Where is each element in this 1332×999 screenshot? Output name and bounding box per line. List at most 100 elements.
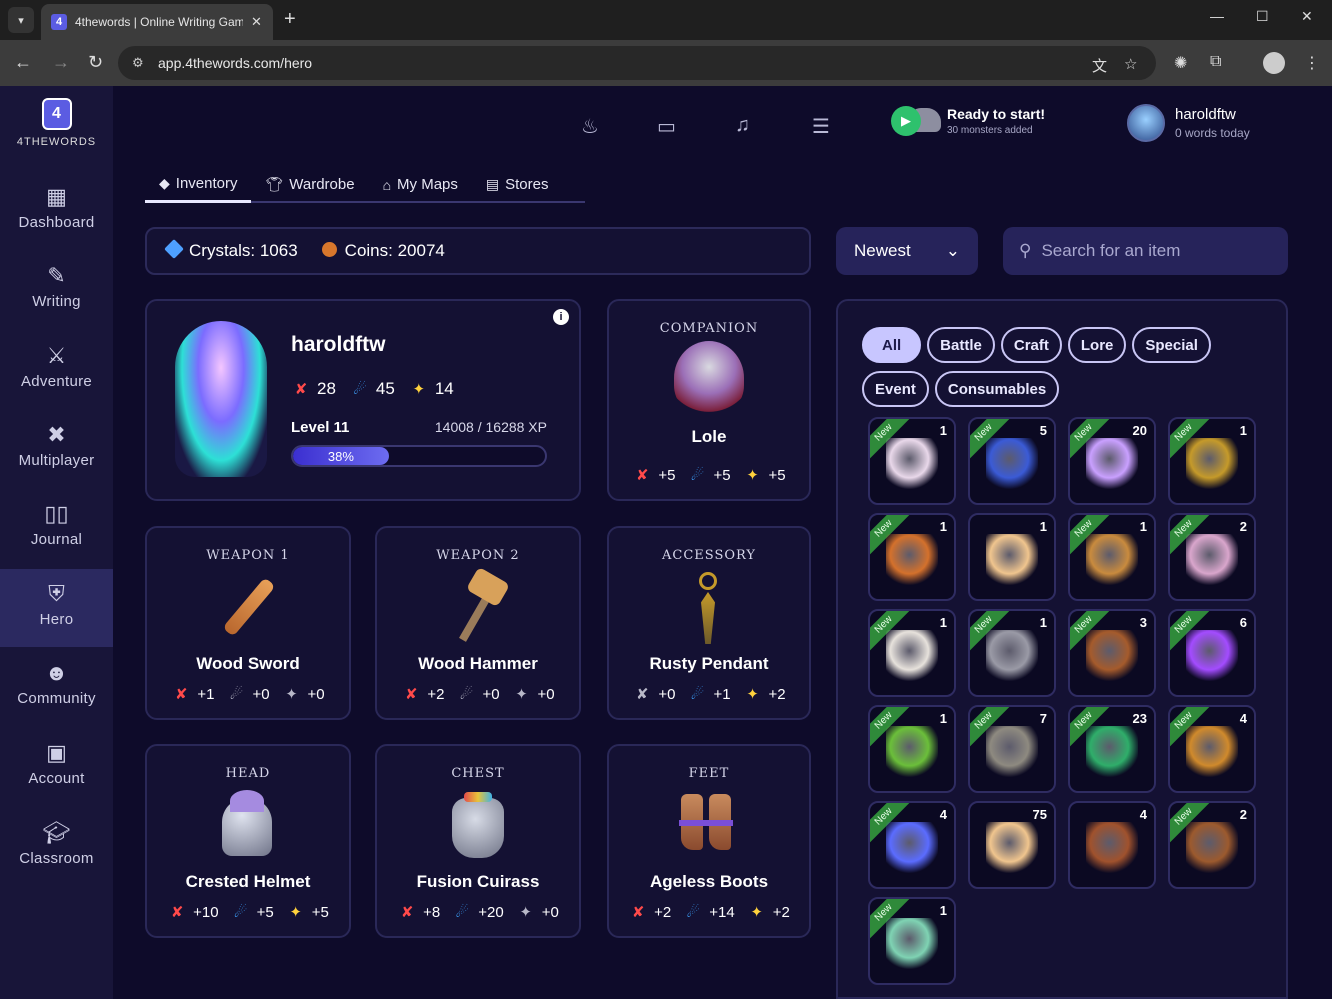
site-info-icon[interactable]: ⚙: [132, 55, 144, 71]
attack-bonus: +10: [193, 903, 219, 921]
attack-icon: ✘: [636, 686, 649, 703]
extensions-puzzle-icon[interactable]: ⧉: [1210, 53, 1221, 71]
item-image: [1086, 726, 1138, 779]
xp-percent: 38%: [327, 448, 354, 464]
tab-wardrobe[interactable]: 👕︎ Wardrobe: [251, 166, 368, 203]
search-input[interactable]: ⚲ Search for an item: [1003, 227, 1288, 275]
defense-bonus: +14: [709, 903, 735, 921]
defense-icon: ☄: [690, 467, 705, 484]
inventory-item[interactable]: New 1: [1168, 417, 1256, 505]
inventory-item[interactable]: New 1: [868, 705, 956, 793]
streak-flame-icon[interactable]: ♨: [581, 114, 599, 139]
profile-avatar[interactable]: [1263, 52, 1285, 74]
inventory-item[interactable]: New 1: [868, 897, 956, 985]
inventory-item[interactable]: New 3: [1068, 609, 1156, 697]
attack-bonus: +8: [423, 903, 441, 921]
equip-slot-chest[interactable]: CHEST Fusion Cuirass ✘ +8 ☄ +20 ✦ +0: [375, 744, 581, 938]
inventory-item[interactable]: New 1: [968, 609, 1056, 697]
inventory-item[interactable]: New 23: [1068, 705, 1156, 793]
translate-icon[interactable]: 文: [1092, 55, 1107, 76]
item-quantity: 1: [1039, 615, 1047, 630]
sidebar-item-writing[interactable]: ✎ Writing: [0, 251, 113, 329]
tab-stores[interactable]: ▤ Stores: [472, 166, 563, 203]
inventory-item[interactable]: New 2: [1168, 801, 1256, 889]
inventory-item[interactable]: New 4: [1168, 705, 1256, 793]
inventory-item[interactable]: New 7: [968, 705, 1056, 793]
sidebar-item-adventure[interactable]: ⚔ Adventure: [0, 331, 113, 409]
filter-chip-consumables[interactable]: Consumables: [934, 371, 1060, 407]
filter-chip-special[interactable]: Special: [1132, 327, 1211, 363]
inventory-item[interactable]: New 1: [868, 417, 956, 505]
close-icon[interactable]: ✕: [251, 14, 262, 30]
item-name: Ageless Boots: [649, 872, 769, 891]
inventory-item[interactable]: New 1: [868, 513, 956, 601]
filter-chip-craft[interactable]: Craft: [1000, 327, 1062, 363]
filter-chip-event[interactable]: Event: [862, 371, 929, 407]
tab-search-button[interactable]: ▾: [8, 7, 34, 33]
filter-chip-battle[interactable]: Battle: [927, 327, 995, 363]
inventory-item[interactable]: New 20: [1068, 417, 1156, 505]
sidebar-item-dashboard[interactable]: ▦ Dashboard: [0, 172, 113, 250]
defense-icon: ☄: [455, 904, 469, 921]
close-window-button[interactable]: ✕: [1301, 8, 1313, 25]
address-bar[interactable]: ⚙ app.4thewords.com/hero 文 ☆: [118, 46, 1156, 80]
back-button[interactable]: ←: [14, 52, 32, 73]
item-image: [1186, 630, 1238, 683]
tab-my-maps[interactable]: ⌂ My Maps: [369, 166, 472, 203]
messages-icon[interactable]: ▭: [657, 114, 676, 139]
sidebar-item-hero[interactable]: ⛨ Hero: [0, 569, 113, 647]
equip-slot-head[interactable]: HEAD Crested Helmet ✘ +10 ☄ +5 ✦ +5: [145, 744, 351, 938]
wood-sword-image: [210, 572, 286, 648]
bookmark-star-icon[interactable]: ☆: [1124, 55, 1137, 73]
sidebar-item-journal[interactable]: ▯▯ Journal: [0, 489, 113, 567]
sort-select[interactable]: Newest ⌄: [836, 227, 978, 275]
item-quantity: 1: [939, 711, 947, 726]
hero-tabs: ◆ Inventory 👕︎ Wardrobe ⌂ My Maps ▤ Stores: [145, 166, 585, 203]
new-tab-button[interactable]: +: [284, 8, 296, 31]
item-image: [986, 630, 1038, 683]
item-quantity: 4: [1239, 711, 1247, 726]
equip-slot-feet[interactable]: FEET Ageless Boots ✘ +2 ☄ +14 ✦ +2: [607, 744, 811, 938]
inventory-item[interactable]: New 1: [868, 609, 956, 697]
browser-tab[interactable]: 4 4thewords | Online Writing Gam ✕: [41, 4, 273, 40]
sidebar-item-account[interactable]: ▣ Account: [0, 728, 113, 806]
sidebar-item-community[interactable]: ☻ Community: [0, 648, 113, 726]
inventory-item[interactable]: 1: [968, 513, 1056, 601]
inventory-item[interactable]: New 2: [1168, 513, 1256, 601]
notifications-bell-icon[interactable]: ♫: [735, 114, 750, 137]
ready-title: Ready to start!: [947, 106, 1046, 122]
filter-chip-lore[interactable]: Lore: [1067, 327, 1127, 363]
info-icon[interactable]: i: [553, 309, 569, 325]
minimize-button[interactable]: —: [1210, 8, 1224, 24]
notes-icon[interactable]: ☰: [812, 114, 830, 139]
inventory-item[interactable]: New 1: [1068, 513, 1156, 601]
companion-card[interactable]: COMPANION Lole ✘ +5 ☄ +5 ✦ +5: [607, 299, 811, 501]
extension-icon[interactable]: ✺: [1174, 53, 1187, 73]
user-menu[interactable]: haroldftw 0 words today: [1127, 104, 1250, 142]
browser-menu-icon[interactable]: ⋮: [1304, 53, 1320, 73]
equip-slot-accessory[interactable]: ACCESSORY Rusty Pendant ✘ +0 ☄ +1 ✦ +2: [607, 526, 811, 720]
inventory-item[interactable]: 4: [1068, 801, 1156, 889]
inventory-item[interactable]: New 6: [1168, 609, 1256, 697]
ready-to-start[interactable]: ▶ Ready to start! 30 monsters added: [891, 104, 1045, 138]
forward-button[interactable]: →: [52, 52, 70, 73]
equip-slot-weapon1[interactable]: WEAPON 1 Wood Sword ✘ +1 ☄ +0 ✦ +0: [145, 526, 351, 720]
tab-inventory[interactable]: ◆ Inventory: [145, 166, 252, 203]
sidebar-item-classroom[interactable]: 🎓︎ Classroom: [0, 808, 113, 886]
tab-label: Wardrobe: [289, 176, 355, 193]
reload-button[interactable]: ↻: [88, 52, 103, 73]
fusion-cuirass-image: [440, 790, 516, 866]
sidebar-item-multiplayer[interactable]: ✖ Multiplayer: [0, 410, 113, 488]
defense-icon: ☄: [233, 904, 248, 921]
logo[interactable]: 4 4THEWORDS: [0, 98, 113, 148]
luck-bonus: +0: [537, 685, 555, 703]
equip-slot-weapon2[interactable]: WEAPON 2 Wood Hammer ✘ +2 ☄ +0 ✦ +0: [375, 526, 581, 720]
item-image: [886, 822, 938, 875]
maximize-button[interactable]: ☐: [1256, 8, 1269, 25]
inventory-item[interactable]: New 5: [968, 417, 1056, 505]
inventory-item[interactable]: 75: [968, 801, 1056, 889]
inventory-item[interactable]: New 4: [868, 801, 956, 889]
luck-icon: ✦: [519, 904, 532, 921]
rusty-pendant-image: [671, 572, 747, 648]
filter-chip-all[interactable]: All: [862, 327, 922, 363]
